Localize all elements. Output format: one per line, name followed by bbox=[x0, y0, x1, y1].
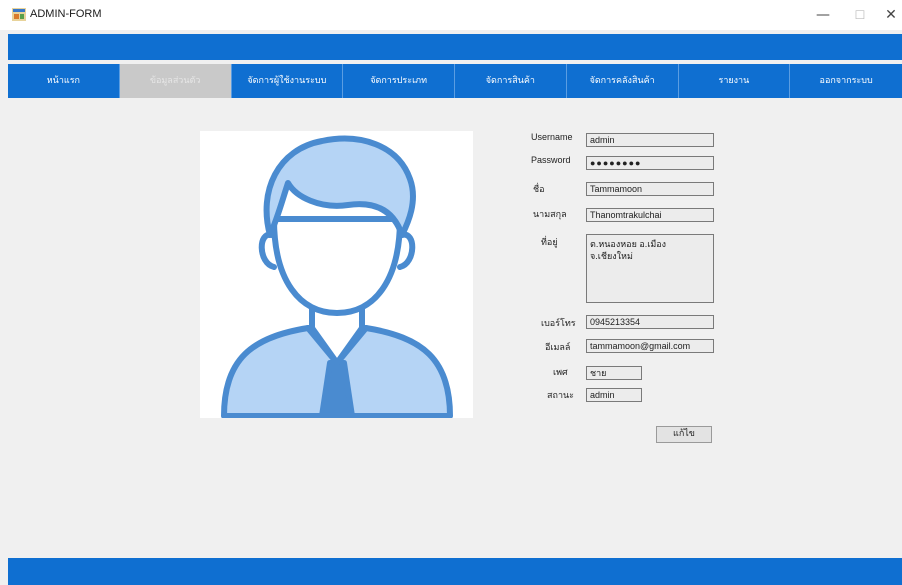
title-bar: ADMIN-FORM — ☐ ✕ bbox=[0, 0, 902, 30]
profile-picture bbox=[200, 131, 473, 418]
firstname-label: ชื่อ bbox=[533, 184, 545, 194]
header-bar bbox=[8, 34, 902, 60]
password-label: Password bbox=[531, 155, 571, 165]
menu-item-inventory[interactable]: จัดการคลังสินค้า bbox=[567, 64, 679, 98]
main-menu: หน้าแรก ข้อมูลส่วนตัว จัดการผู้ใช้งานระบ… bbox=[8, 64, 902, 98]
email-label: อีเมลล์ bbox=[545, 342, 571, 352]
user-avatar-icon bbox=[221, 135, 453, 418]
menu-item-home[interactable]: หน้าแรก bbox=[8, 64, 120, 98]
lastname-field[interactable]: Thanomtrakulchai bbox=[586, 208, 714, 222]
phone-label: เบอร์โทร bbox=[541, 318, 576, 328]
address-field[interactable]: ต.หนองหอย อ.เมือง จ.เชียงใหม่ bbox=[586, 234, 714, 303]
maximize-button[interactable]: ☐ bbox=[845, 4, 875, 26]
password-field[interactable]: ●●●●●●●● bbox=[586, 156, 714, 170]
username-label: Username bbox=[531, 132, 573, 142]
gender-label: เพศ bbox=[553, 367, 568, 377]
username-field[interactable]: admin bbox=[586, 133, 714, 147]
menu-item-products[interactable]: จัดการสินค้า bbox=[455, 64, 567, 98]
address-label: ที่อยู่ bbox=[541, 237, 558, 247]
close-button[interactable]: ✕ bbox=[876, 4, 902, 26]
status-label: สถานะ bbox=[547, 390, 574, 400]
gender-field[interactable]: ชาย bbox=[586, 366, 642, 380]
footer-bar bbox=[8, 558, 902, 585]
menu-item-users[interactable]: จัดการผู้ใช้งานระบบ bbox=[232, 64, 344, 98]
minimize-button[interactable]: — bbox=[808, 4, 838, 26]
menu-item-logout[interactable]: ออกจากระบบ bbox=[790, 64, 902, 98]
status-field[interactable]: admin bbox=[586, 388, 642, 402]
window-title: ADMIN-FORM bbox=[30, 8, 102, 20]
menu-item-categories[interactable]: จัดการประเภท bbox=[343, 64, 455, 98]
menu-item-profile[interactable]: ข้อมูลส่วนตัว bbox=[119, 64, 232, 98]
form-app-icon bbox=[12, 8, 26, 21]
edit-button[interactable]: แก้ไข bbox=[656, 426, 712, 443]
menu-item-reports[interactable]: รายงาน bbox=[679, 64, 791, 98]
phone-field[interactable]: 0945213354 bbox=[586, 315, 714, 329]
firstname-field[interactable]: Tammamoon bbox=[586, 182, 714, 196]
email-field[interactable]: tammamoon@gmail.com bbox=[586, 339, 714, 353]
lastname-label: นามสกุล bbox=[533, 209, 567, 219]
